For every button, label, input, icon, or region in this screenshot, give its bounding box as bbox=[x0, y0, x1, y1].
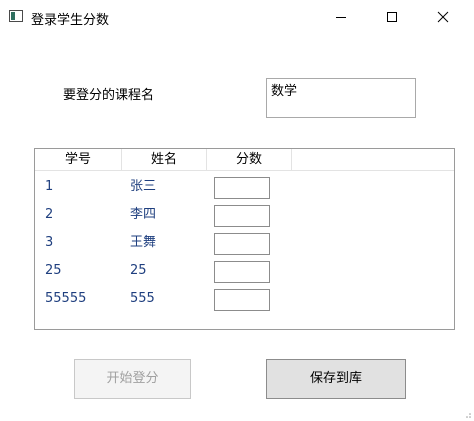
student-name-cell: 李四 bbox=[130, 207, 157, 222]
score-input[interactable] bbox=[214, 261, 270, 283]
column-header-score[interactable]: 分数 bbox=[207, 149, 292, 171]
start-grading-button[interactable]: 开始登分 bbox=[74, 359, 191, 399]
student-id-cell: 3 bbox=[45, 235, 54, 250]
title-bar: 登录学生分数 bbox=[0, 0, 474, 34]
resize-grip-icon[interactable] bbox=[462, 409, 472, 419]
table-row: 2 李四 bbox=[35, 201, 454, 229]
score-input[interactable] bbox=[214, 289, 270, 311]
score-grid: 学号 姓名 分数 1 张三 2 李四 3 王舞 25 25 55555 555 bbox=[34, 148, 455, 330]
save-to-database-button[interactable]: 保存到库 bbox=[266, 359, 406, 399]
grid-header: 学号 姓名 分数 bbox=[35, 149, 454, 171]
student-name-cell: 王舞 bbox=[130, 235, 157, 250]
score-input[interactable] bbox=[214, 205, 270, 227]
student-name-cell: 25 bbox=[130, 263, 147, 278]
column-header-name[interactable]: 姓名 bbox=[122, 149, 207, 171]
app-window-icon bbox=[9, 10, 23, 22]
course-name-label: 要登分的课程名 bbox=[63, 88, 155, 103]
student-id-cell: 55555 bbox=[45, 291, 87, 306]
course-name-input[interactable]: 数学 bbox=[266, 78, 416, 118]
table-row: 55555 555 bbox=[35, 285, 454, 313]
maximize-button[interactable] bbox=[369, 0, 415, 34]
student-name-cell: 555 bbox=[130, 291, 155, 306]
student-id-cell: 1 bbox=[45, 179, 54, 194]
student-id-cell: 2 bbox=[45, 207, 54, 222]
window-title: 登录学生分数 bbox=[31, 13, 110, 28]
table-row: 3 王舞 bbox=[35, 229, 454, 257]
close-button[interactable] bbox=[420, 0, 466, 34]
maximize-icon bbox=[387, 12, 397, 22]
minimize-button[interactable] bbox=[318, 0, 364, 34]
student-name-cell: 张三 bbox=[130, 179, 157, 194]
score-input[interactable] bbox=[214, 177, 270, 199]
table-row: 1 张三 bbox=[35, 173, 454, 201]
minimize-icon bbox=[336, 17, 346, 18]
student-id-cell: 25 bbox=[45, 263, 62, 278]
column-header-student-id[interactable]: 学号 bbox=[35, 149, 122, 171]
close-icon bbox=[437, 11, 449, 23]
table-row: 25 25 bbox=[35, 257, 454, 285]
score-input[interactable] bbox=[214, 233, 270, 255]
